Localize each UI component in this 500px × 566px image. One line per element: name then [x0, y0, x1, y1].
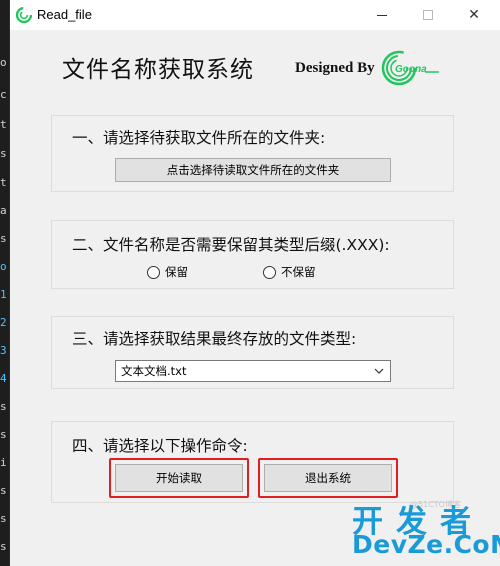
minimize-icon	[377, 14, 387, 16]
logo-text: Goona	[395, 64, 427, 75]
page-title: 文件名称获取系统	[62, 57, 254, 83]
suffix-option-group: 二、文件名称是否需要保留其类型后缀(.XXX): 保留 不保留	[51, 220, 454, 289]
close-icon: ✕	[468, 7, 480, 23]
title-bar[interactable]: Read_file ✕	[10, 0, 500, 30]
goona-logo: Goona	[381, 50, 439, 86]
designed-by-label: Designed By	[295, 60, 375, 76]
close-button[interactable]: ✕	[451, 0, 497, 30]
radio-keep-label: 保留	[165, 265, 188, 279]
radio-circle-icon[interactable]	[147, 265, 160, 279]
start-read-button[interactable]: 开始读取	[115, 464, 243, 492]
file-type-selected-value: 文本文档.txt	[121, 364, 187, 378]
radio-keep-suffix[interactable]: 保留	[147, 264, 188, 280]
radio-circle-icon[interactable]	[263, 265, 276, 279]
minimize-button[interactable]	[359, 0, 405, 30]
maximize-icon	[423, 10, 433, 20]
radio-drop-label: 不保留	[281, 265, 316, 279]
radio-drop-suffix[interactable]: 不保留	[263, 264, 316, 280]
output-type-group: 三、请选择获取结果最终存放的文件类型: 文本文档.txt	[51, 316, 454, 389]
command-group: 四、请选择以下操作命令: 开始读取 退出系统	[51, 421, 454, 503]
step2-label: 二、文件名称是否需要保留其类型后缀(.XXX):	[72, 236, 390, 254]
window-title: Read_file	[37, 7, 92, 22]
brand-watermark-en: DevZe.CoM	[352, 530, 500, 559]
maximize-button[interactable]	[405, 0, 451, 30]
folder-select-group: 一、请选择待获取文件所在的文件夹: 点击选择待读取文件所在的文件夹	[51, 115, 454, 192]
exit-system-button[interactable]: 退出系统	[264, 464, 392, 492]
app-icon	[16, 7, 32, 23]
step4-label: 四、请选择以下操作命令:	[72, 437, 248, 455]
step1-label: 一、请选择待获取文件所在的文件夹:	[72, 129, 326, 147]
chevron-down-icon	[374, 368, 384, 374]
file-type-select[interactable]: 文本文档.txt	[115, 360, 391, 382]
choose-folder-button[interactable]: 点击选择待读取文件所在的文件夹	[115, 158, 391, 182]
app-window: Read_file ✕ 文件名称获取系统 Designed By Goona 一…	[9, 0, 500, 566]
step3-label: 三、请选择获取结果最终存放的文件类型:	[72, 330, 357, 348]
